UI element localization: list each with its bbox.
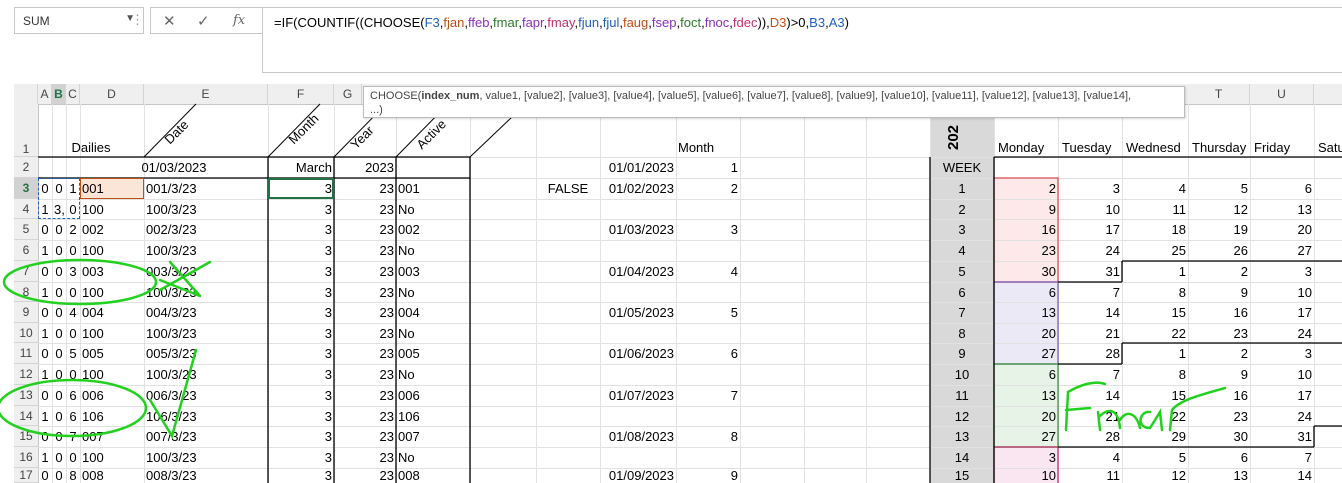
handwritten-label: fmar xyxy=(1110,469,1113,471)
circle-annotation-rows-7-8 xyxy=(2,258,158,306)
function-tooltip: CHOOSE(index_num, value1, [value2], [val… xyxy=(363,86,1185,118)
cross-mark-annotation xyxy=(158,260,212,298)
tooltip-function-name[interactable]: CHOOSE( xyxy=(370,90,421,102)
tooltip-args: , value1, [value2], [value3], [value4], … xyxy=(479,90,1132,102)
tooltip-arg-index-num[interactable]: index_num xyxy=(421,90,479,102)
handwritten-fmar-annotation xyxy=(1064,381,1227,432)
check-mark-annotation xyxy=(148,348,198,440)
circle-annotation-rows-13-14 xyxy=(0,378,148,438)
annotation-layer: fmar xyxy=(0,258,1227,471)
tooltip-ellipsis: ...) xyxy=(370,104,383,116)
